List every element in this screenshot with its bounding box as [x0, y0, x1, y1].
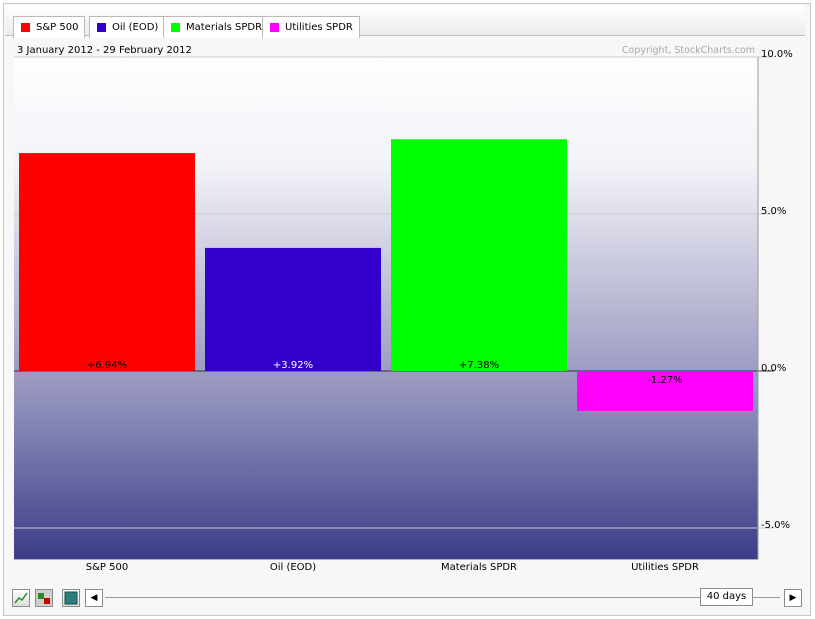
bar [205, 247, 381, 371]
copyright-notice: Copyright, StockCharts.com [621, 45, 755, 56]
y-tick-label: 5.0% [761, 206, 787, 217]
x-category-label: Materials SPDR [440, 562, 518, 573]
bar [391, 139, 567, 371]
data-label: +7.38% [459, 360, 499, 371]
bar-chart: +6.94% +3.92% +7.38% -1.27% [14, 56, 774, 560]
data-label: +6.94% [87, 360, 127, 371]
data-label: -1.27% [647, 375, 682, 386]
y-tick-label: 10.0% [761, 49, 793, 60]
scroll-track[interactable] [105, 597, 780, 598]
square-icon [64, 591, 78, 605]
y-tick-label: 0.0% [761, 363, 787, 374]
square-view-button[interactable] [62, 589, 80, 607]
date-range: 3 January 2012 - 29 February 2012 [17, 45, 192, 56]
period-selector[interactable]: 40 days [700, 588, 753, 606]
right-arrow-icon: ▶ [789, 593, 797, 603]
bar-chart-icon [38, 593, 50, 604]
scroll-left-button[interactable]: ◀ [85, 589, 103, 607]
bar-chart-button[interactable] [35, 589, 53, 607]
x-category-label: Oil (EOD) [269, 562, 317, 573]
data-label: +3.92% [273, 360, 313, 371]
left-arrow-icon: ◀ [90, 593, 98, 603]
x-category-label: Utilities SPDR [631, 562, 699, 573]
y-tick-label: -5.0% [761, 520, 791, 531]
x-category-label: S&P 500 [85, 562, 129, 573]
line-chart-button[interactable] [12, 589, 30, 607]
bar [19, 153, 195, 371]
scroll-right-button[interactable]: ▶ [784, 589, 802, 607]
line-chart-icon [14, 592, 28, 604]
